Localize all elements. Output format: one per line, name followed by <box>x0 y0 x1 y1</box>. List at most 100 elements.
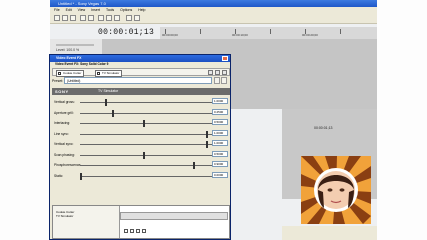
param-label: Static: <box>54 173 64 178</box>
param-slider[interactable] <box>80 120 225 127</box>
toolbar <box>50 13 377 24</box>
slider-thumb[interactable] <box>143 151 145 159</box>
chain-item-cookie-cutter[interactable]: Cookie Cutter <box>56 70 85 77</box>
param-row: Scan phasing: 0.5000 <box>52 150 230 159</box>
preset-dropdown[interactable]: (Untitled) <box>64 77 212 84</box>
window-title: Untitled * - Sony Vegas 7.0 <box>50 0 377 7</box>
list-item[interactable]: TV Simulator <box>53 214 119 218</box>
slider-thumb[interactable] <box>143 120 145 127</box>
preset-label: Preset: <box>52 79 64 83</box>
left-border <box>0 0 50 240</box>
param-label: Aperture grill: <box>54 110 74 115</box>
slider-thumb[interactable] <box>80 172 82 180</box>
param-slider[interactable] <box>80 130 225 138</box>
ruler-tick <box>340 29 341 34</box>
param-slider[interactable] <box>80 162 225 169</box>
checkbox-icon[interactable] <box>58 72 61 75</box>
param-row: Vertical gross: 1.0000 <box>52 98 230 106</box>
new-icon[interactable] <box>54 15 60 21</box>
next-keyframe-icon[interactable] <box>136 229 140 233</box>
param-slider[interactable] <box>80 99 225 106</box>
slider-thumb[interactable] <box>206 141 208 148</box>
render-icon[interactable] <box>126 15 132 21</box>
menu-options[interactable]: Options <box>120 8 132 12</box>
plugin-name: TV Simulator <box>98 89 119 93</box>
fx-list: Cookie Cutter TV Simulator <box>53 206 120 238</box>
ruler-tick <box>200 29 201 34</box>
chain-item-label: TV Simulator <box>102 71 120 75</box>
param-value-field[interactable]: 0.2500 <box>212 108 228 115</box>
preview-timecode: 00:00:01;13 <box>314 126 333 130</box>
param-row: Interlacing: 0.5000 <box>52 119 230 127</box>
menu-view[interactable]: View <box>78 8 86 12</box>
undo-icon[interactable] <box>80 15 86 21</box>
close-button[interactable] <box>222 56 228 61</box>
keyframe-track[interactable] <box>120 212 228 220</box>
param-label: Vertical sync: <box>54 142 74 146</box>
save-preset-icon[interactable] <box>214 77 220 84</box>
ruler-label: 00:00:10;00 <box>232 33 248 37</box>
param-slider[interactable] <box>80 141 225 148</box>
track-level: Level: 100.0 % <box>56 48 80 52</box>
param-value-field[interactable]: 0.9000 <box>212 161 228 167</box>
dialog-title: Video Event FX <box>50 55 230 62</box>
param-row: Aperture grill: 0.2500 <box>52 108 230 117</box>
first-keyframe-icon[interactable] <box>124 229 128 233</box>
param-row: Line sync: 1.0000 <box>52 129 230 138</box>
param-value-field[interactable]: 1.0000 <box>212 129 228 136</box>
options-icon[interactable] <box>222 70 227 75</box>
preview-controls <box>282 226 377 240</box>
redo-icon[interactable] <box>88 15 94 21</box>
param-slider[interactable] <box>80 151 225 159</box>
remove-plugin-icon[interactable] <box>215 70 220 75</box>
param-row: Phosphorescence: 0.9000 <box>52 161 230 169</box>
param-row: Static: 0.0000 <box>52 171 230 180</box>
slider-thumb[interactable] <box>105 99 108 106</box>
open-icon[interactable] <box>62 15 68 21</box>
ruler-tick <box>270 29 271 34</box>
right-border <box>377 0 427 240</box>
keyframe-controls <box>120 228 228 236</box>
plugin-header: SONY TV Simulator <box>52 88 230 95</box>
paste-icon[interactable] <box>114 15 120 21</box>
properties-icon[interactable] <box>134 15 140 21</box>
checkbox-icon[interactable] <box>97 72 100 75</box>
preview-image <box>301 156 371 224</box>
chain-item-label: Cookie Cutter <box>63 71 82 75</box>
delete-preset-icon[interactable] <box>221 77 227 84</box>
menu-file[interactable]: File <box>54 8 60 12</box>
param-label: Phosphorescence: <box>54 163 82 167</box>
menu-tools[interactable]: Tools <box>106 8 114 12</box>
menu-edit[interactable]: Edit <box>66 8 72 12</box>
video-event-fx-dialog: Video Event FX Video Event FX: Sony Soli… <box>49 54 231 240</box>
menu-insert[interactable]: Insert <box>91 8 100 12</box>
param-value-field[interactable]: 0.5000 <box>212 119 228 125</box>
menu-help[interactable]: Help <box>138 8 145 12</box>
param-label: Interlacing: <box>54 121 71 125</box>
copy-icon[interactable] <box>106 15 112 21</box>
param-slider[interactable] <box>80 172 225 180</box>
plugin-chain-icon[interactable] <box>208 70 213 75</box>
param-label: Scan phasing: <box>54 152 75 157</box>
param-value-field[interactable]: 0.5000 <box>212 150 228 157</box>
ruler-label: 00:00:20;00 <box>302 33 318 37</box>
param-label: Vertical gross: <box>54 100 75 104</box>
slider-thumb[interactable] <box>206 130 208 138</box>
param-slider[interactable] <box>80 109 225 117</box>
param-value-field[interactable]: 0.0000 <box>212 171 228 178</box>
cut-icon[interactable] <box>98 15 104 21</box>
param-value-field[interactable]: 1.0000 <box>212 98 228 104</box>
save-icon[interactable] <box>70 15 76 21</box>
param-label: Line sync: <box>54 131 69 136</box>
slider-thumb[interactable] <box>193 162 196 169</box>
track-level-slider[interactable] <box>56 44 94 46</box>
param-value-field[interactable]: 1.0000 <box>212 140 228 146</box>
chain-item-tv-simulator[interactable]: TV Simulator <box>95 70 123 77</box>
ruler-label: 00:00:00;00 <box>162 33 178 37</box>
fx-timeline-panel: Cookie Cutter TV Simulator <box>52 205 230 239</box>
sony-logo: SONY <box>55 89 69 94</box>
dialog-subtitle: Video Event FX: Sony Solid Color 9 <box>55 62 109 66</box>
slider-thumb[interactable] <box>111 109 114 117</box>
last-keyframe-icon[interactable] <box>142 229 146 233</box>
prev-keyframe-icon[interactable] <box>130 229 134 233</box>
